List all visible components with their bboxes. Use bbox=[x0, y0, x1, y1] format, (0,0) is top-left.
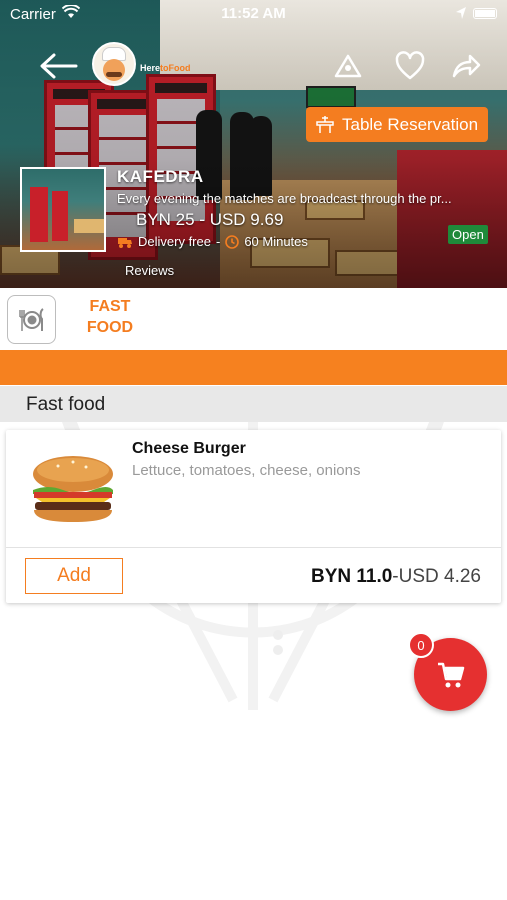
delivery-time: 60 Minutes bbox=[244, 234, 308, 249]
cart-count-badge: 0 bbox=[408, 632, 434, 658]
status-time: 11:52 AM bbox=[221, 5, 286, 22]
back-arrow-icon[interactable] bbox=[38, 52, 78, 80]
section-header: Fast food bbox=[0, 386, 507, 422]
delivery-separator: - bbox=[215, 234, 221, 249]
item-price-usd: -USD 4.26 bbox=[392, 566, 481, 587]
item-price: BYN 11.0-USD 4.26 bbox=[311, 566, 481, 588]
delivery-scooter-icon bbox=[118, 237, 132, 248]
category-row: FAST FOOD bbox=[0, 288, 507, 350]
section-title: Fast food bbox=[26, 394, 106, 415]
menu-item-card: Cheese Burger Lettuce, tomatoes, cheese,… bbox=[6, 430, 501, 603]
item-description: Lettuce, tomatoes, cheese, onions bbox=[132, 462, 361, 479]
cheese-burger-image bbox=[33, 456, 113, 522]
item-name: Cheese Burger bbox=[132, 440, 246, 457]
heart-icon[interactable] bbox=[394, 50, 426, 82]
restaurant-thumbnail bbox=[20, 167, 106, 252]
restaurant-price: BYN 25 - USD 9.69 bbox=[136, 210, 284, 229]
plate-cutlery-icon bbox=[18, 307, 44, 331]
restaurant-name: KAFEDRA bbox=[117, 167, 204, 186]
reviews-link[interactable]: Reviews bbox=[125, 263, 174, 278]
open-status-badge: Open bbox=[448, 225, 488, 244]
restaurant-logo bbox=[92, 42, 136, 86]
restaurant-description: Every evening the matches are broadcast … bbox=[117, 191, 452, 206]
location-arrow-icon bbox=[456, 7, 466, 19]
delivery-label: Delivery free bbox=[138, 234, 211, 249]
clock-icon bbox=[225, 234, 240, 249]
card-divider bbox=[6, 547, 501, 548]
category-fast-food[interactable]: FAST FOOD bbox=[80, 296, 140, 338]
map-icon[interactable] bbox=[332, 50, 364, 82]
status-right bbox=[455, 6, 497, 20]
table-reservation-button[interactable]: Table Reservation bbox=[306, 107, 488, 142]
delivery-info: Delivery free - 60 Minutes bbox=[117, 234, 308, 249]
table-reservation-label: Table Reservation bbox=[342, 114, 479, 134]
share-icon[interactable] bbox=[450, 50, 482, 82]
add-to-cart-button[interactable]: Add bbox=[25, 558, 123, 594]
brand-text: Here bbox=[140, 63, 161, 73]
status-bar: Carrier 11:52 AM bbox=[0, 0, 507, 28]
brand-wordmark: HeretoFood bbox=[140, 63, 191, 73]
category-menu-button[interactable] bbox=[7, 295, 56, 344]
cart-icon bbox=[437, 662, 464, 687]
brand-accent: toFood bbox=[160, 63, 191, 73]
battery-icon bbox=[473, 7, 497, 19]
item-price-byn: BYN 11.0 bbox=[310, 566, 393, 587]
table-icon bbox=[316, 115, 334, 133]
